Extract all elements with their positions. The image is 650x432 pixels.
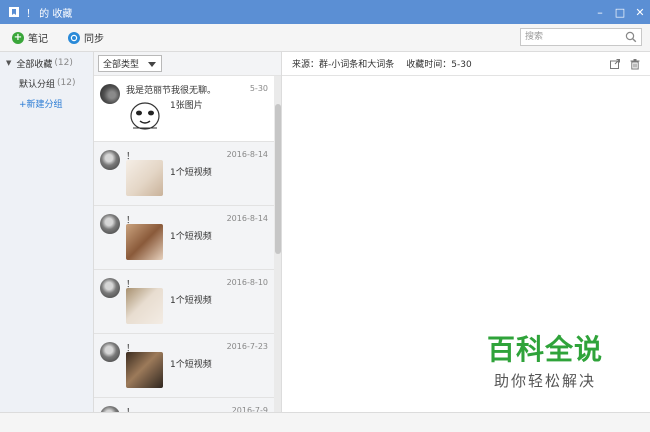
list-item[interactable]: ！ 2016-7-9 (94, 398, 274, 412)
plus-icon: + (12, 31, 24, 44)
avatar (100, 214, 120, 234)
avatar (100, 150, 120, 170)
close-button[interactable]: ✕ (630, 0, 650, 24)
item-date: 5-30 (249, 84, 268, 93)
meme-face-icon (128, 98, 162, 132)
item-date: 2016-8-14 (226, 150, 268, 159)
window-title: ！ 的 收藏 (26, 8, 73, 20)
avatar (100, 278, 120, 298)
sidebar-item-all[interactable]: ▼ 全部收藏 (12) (0, 53, 93, 73)
item-desc: 1张图片 (170, 101, 203, 111)
new-group-link[interactable]: +新建分组 (0, 93, 93, 113)
video-thumbnail (126, 224, 163, 260)
list-scrollbar[interactable] (274, 76, 281, 412)
item-title: 我是范丽节我很无聊。 (126, 86, 217, 96)
item-desc: 1个短视频 (170, 232, 212, 242)
sync-icon (68, 31, 80, 44)
item-date: 2016-8-14 (226, 214, 268, 223)
video-thumbnail (126, 352, 163, 388)
triangle-down-icon: ▼ (6, 59, 12, 67)
sidebar-item-default-group[interactable]: 默认分组 (12) (0, 73, 93, 93)
item-date: 2016-8-10 (226, 278, 268, 287)
item-title: ！ (126, 405, 135, 412)
new-note-label: 笔记 (28, 34, 48, 45)
detail-time: 收藏时间：5-30 (406, 60, 472, 70)
new-note-button[interactable]: + 笔记 (12, 30, 48, 45)
search-box[interactable] (520, 28, 642, 46)
watermark-tagline: 助你轻松解决 (493, 372, 596, 390)
avatar (100, 342, 120, 362)
sidebar-item-label: 默认分组 (19, 79, 56, 90)
list-item[interactable]: ！ 2016-8-14 1个短视频 (94, 206, 274, 270)
search-icon[interactable] (625, 31, 637, 43)
list-item[interactable]: ！ 2016-8-10 1个短视频 (94, 270, 274, 334)
sidebar: ▼ 全部收藏 (12) 默认分组 (12) +新建分组 (0, 52, 94, 412)
watermark-title: 百科全说 (486, 333, 603, 366)
bookmark-icon (8, 6, 20, 18)
item-desc: 1个短视频 (170, 296, 212, 306)
sidebar-item-count: (12) (57, 78, 76, 88)
chevron-down-icon (148, 62, 156, 67)
maximize-button[interactable]: □ (610, 0, 630, 24)
list-item[interactable]: ！ 2016-8-14 1个短视频 (94, 142, 274, 206)
title-bar: ！ 的 收藏 – □ ✕ (0, 0, 650, 24)
item-desc: 1个短视频 (170, 360, 212, 370)
trash-icon[interactable] (628, 57, 642, 71)
sidebar-item-label: 全部收藏 (16, 59, 53, 70)
avatar (100, 84, 120, 104)
watermark-logo: 百科全说 助你轻松解决 (462, 326, 628, 406)
search-input[interactable] (521, 29, 621, 45)
status-bar (0, 412, 650, 432)
favorites-list-pane: 全部类型 我是范丽节我很无聊。 5-30 1张图片 ！ 2016-8-14 1个… (94, 52, 282, 412)
toolbar: + 笔记 同步 (0, 24, 650, 52)
detail-header: 来源：群-小词条和大词条 收藏时间：5-30 (282, 52, 650, 76)
video-thumbnail (126, 160, 163, 196)
share-icon[interactable] (608, 57, 622, 71)
list-item[interactable]: 我是范丽节我很无聊。 5-30 1张图片 (94, 76, 274, 142)
minimize-button[interactable]: – (590, 0, 610, 24)
item-date: 2016-7-23 (226, 342, 268, 351)
detail-source: 来源：群-小词条和大词条 (292, 60, 395, 70)
item-desc: 1个短视频 (170, 168, 212, 178)
sync-label: 同步 (84, 34, 104, 45)
sync-button[interactable]: 同步 (68, 30, 104, 45)
video-thumbnail (126, 288, 163, 324)
type-filter-value: 全部类型 (103, 60, 140, 70)
type-filter-dropdown[interactable]: 全部类型 (98, 55, 162, 72)
scrollbar-thumb[interactable] (275, 104, 281, 254)
list-item[interactable]: ！ 2016-7-23 1个短视频 (94, 334, 274, 398)
sidebar-item-count: (12) (54, 58, 73, 68)
